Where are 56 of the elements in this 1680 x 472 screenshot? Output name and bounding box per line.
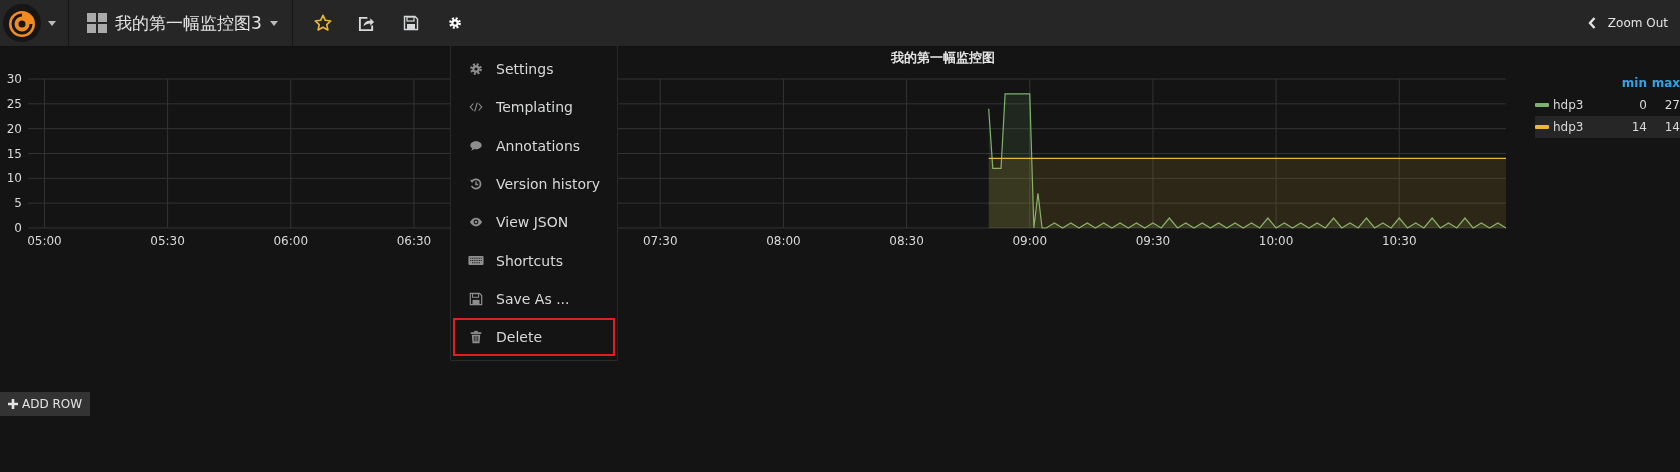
series-name: hdp3 (1553, 98, 1585, 112)
x-axis-label: 10:30 (1381, 234, 1417, 248)
speech-bubble-icon (468, 138, 484, 153)
x-axis-label: 09:30 (1135, 234, 1171, 248)
x-axis-label: 09:00 (1012, 234, 1048, 248)
trash-icon (468, 330, 484, 345)
logo-icon[interactable] (2, 3, 42, 43)
x-axis-label: 06:00 (273, 234, 309, 248)
legend-row[interactable]: hdp3 0 27 (1535, 94, 1680, 116)
settings-icon (447, 16, 462, 30)
legend-row[interactable]: hdp3 14 14 (1535, 116, 1680, 138)
settings-icon (468, 62, 484, 77)
legend-value: 0 (1638, 98, 1647, 112)
menu-item[interactable]: Settings (453, 50, 615, 89)
menu-item[interactable]: Templating (453, 88, 615, 127)
menu-item[interactable]: Delete (453, 318, 615, 357)
y-axis-label: 15 (6, 146, 22, 161)
y-axis-label: 25 (6, 96, 22, 111)
panel-title: 我的第一幅监控图 (891, 50, 995, 65)
x-axis-label: 05:30 (150, 234, 185, 248)
x-axis-label: 10:00 (1258, 234, 1294, 248)
x-axis-label: 08:30 (889, 234, 924, 248)
zoom-out-button[interactable]: Zoom Out (1587, 0, 1680, 46)
history-icon (468, 177, 484, 192)
legend-value: 14 (1630, 120, 1647, 134)
caret-icon[interactable] (48, 20, 56, 26)
menu-item[interactable]: Shortcuts (453, 241, 615, 280)
chevron-left-icon (1587, 17, 1596, 29)
series-name: hdp3 (1553, 120, 1585, 134)
star-icon (313, 14, 332, 32)
y-axis-label: 20 (6, 121, 22, 136)
keyboard-icon (468, 254, 484, 268)
x-axis-label: 08:00 (766, 234, 801, 248)
x-axis-label: 06:30 (396, 234, 432, 248)
plus-icon (8, 399, 18, 409)
legend-value: 27 (1663, 98, 1680, 112)
legend-column-header[interactable]: max (1647, 76, 1680, 90)
caret-icon[interactable] (269, 20, 278, 26)
grid-icon (87, 13, 107, 33)
add-row-button[interactable]: ADD ROW (0, 392, 91, 416)
legend-column-header[interactable]: min (1609, 76, 1647, 90)
menu-item[interactable]: Annotations (453, 126, 615, 165)
dashboard-title[interactable]: 我的第一幅监控图3 (115, 11, 262, 35)
save-icon (468, 291, 484, 306)
menu-item[interactable]: View JSON (453, 203, 615, 242)
menu-item[interactable]: Save As ... (453, 279, 615, 319)
save-icon (402, 15, 419, 31)
share-icon (358, 14, 376, 32)
x-axis-label: 05:00 (27, 234, 62, 248)
y-axis-label: 10 (6, 171, 22, 186)
x-axis-label: 07:30 (642, 234, 678, 248)
menu-item[interactable]: Version history (453, 164, 615, 204)
legend-value: 14 (1663, 120, 1680, 134)
y-axis-label: 5 (14, 196, 22, 211)
y-axis-label: 0 (14, 221, 22, 235)
y-axis-label: 30 (6, 72, 22, 86)
